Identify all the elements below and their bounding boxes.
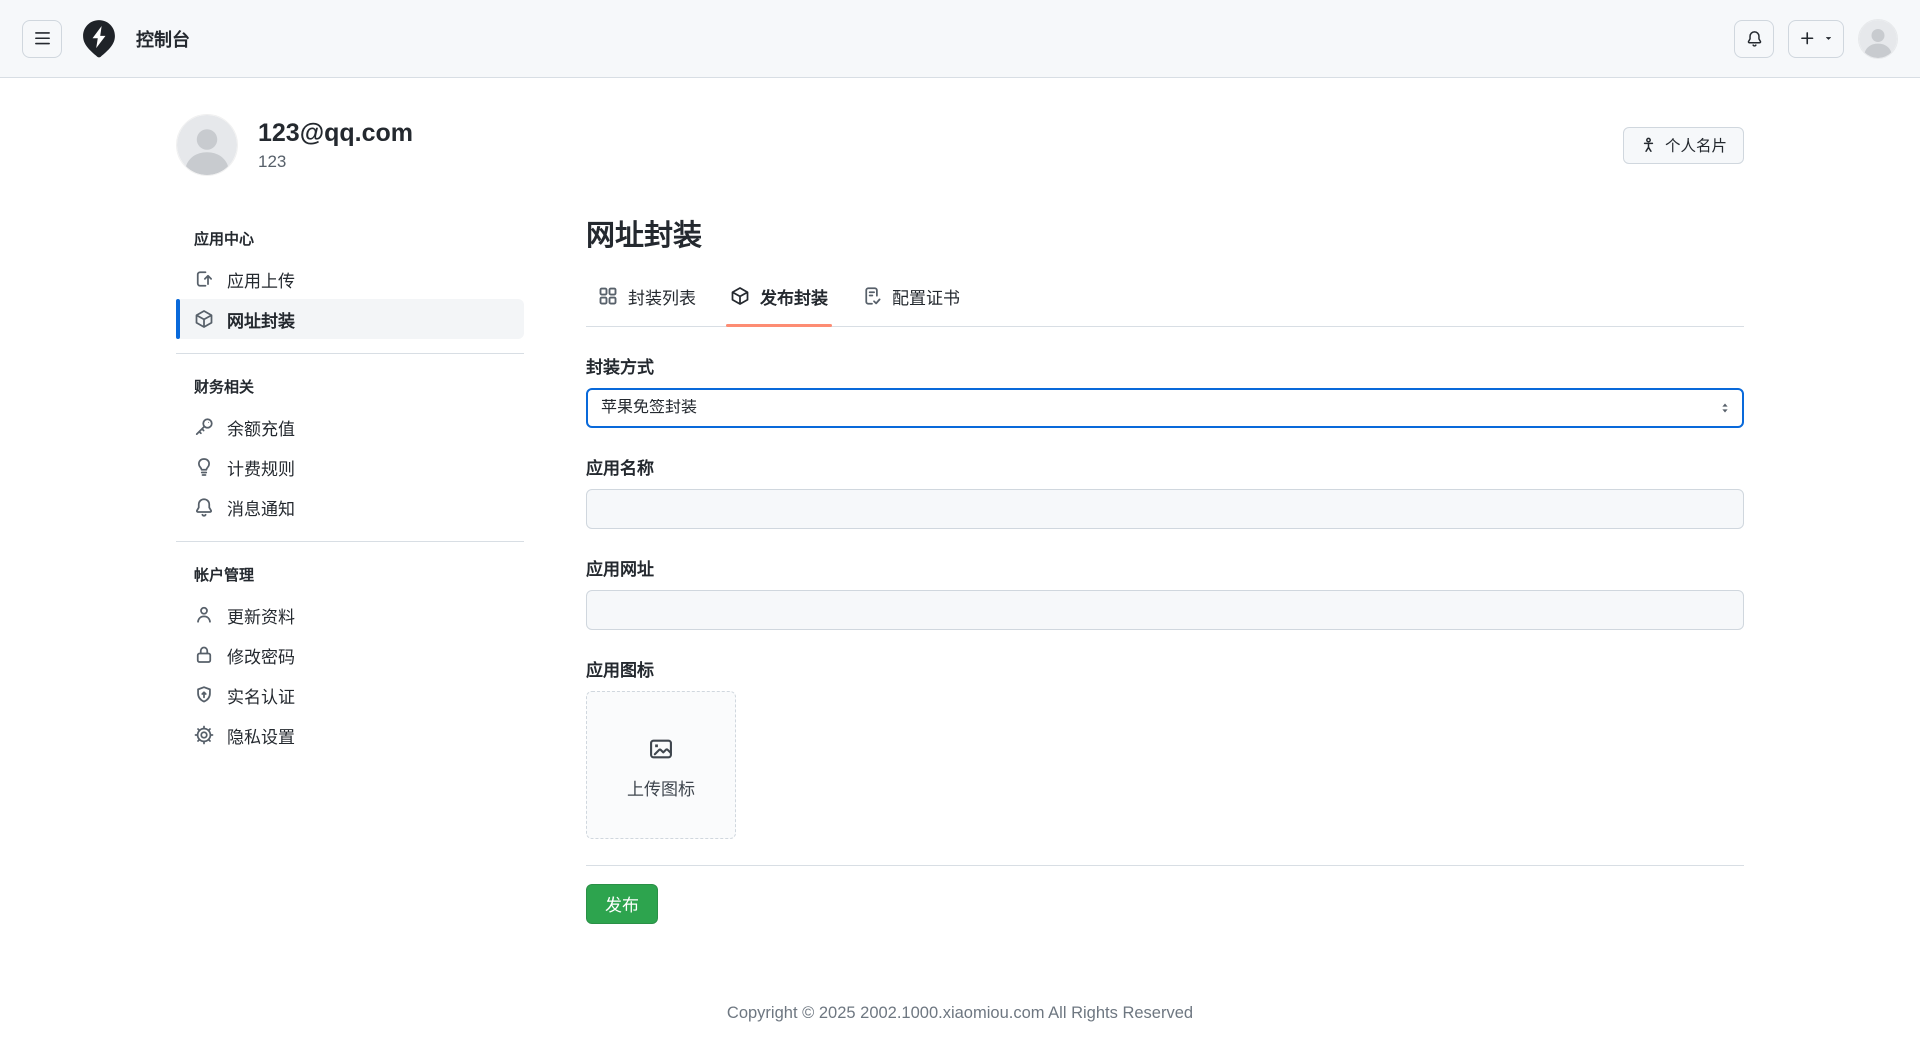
image-icon [648, 736, 674, 762]
sidebar-item-label: 余额充值 [227, 415, 295, 440]
lock-icon [194, 645, 214, 665]
app-icon-label: 应用图标 [586, 656, 1744, 681]
package-method-label: 封装方式 [586, 353, 1744, 378]
accessibility-icon [1640, 137, 1657, 154]
sidebar-item-notifications[interactable]: 消息通知 [176, 487, 524, 527]
certificate-icon [862, 286, 882, 306]
app-upload-icon [194, 269, 214, 289]
sidebar-item-balance-recharge[interactable]: 余额充值 [176, 407, 524, 447]
personal-card-button[interactable]: 个人名片 [1623, 127, 1744, 164]
lightning-pin-logo[interactable] [78, 18, 120, 60]
sidebar-section-title: 帐户管理 [176, 556, 524, 595]
tab-label: 封装列表 [628, 284, 696, 309]
personal-card-label: 个人名片 [1665, 134, 1727, 156]
tab-publish-package[interactable]: 发布封装 [718, 271, 840, 326]
sidebar-item-label: 消息通知 [227, 495, 295, 520]
key-icon [194, 417, 214, 437]
upload-icon-text: 上传图标 [627, 775, 695, 800]
sidebar-item-label: 计费规则 [227, 455, 295, 480]
package-icon [194, 309, 214, 329]
lightbulb-icon [194, 457, 214, 477]
upload-icon-dropzone[interactable]: 上传图标 [586, 691, 736, 839]
tab-label: 发布封装 [760, 284, 828, 309]
app-title: 控制台 [136, 26, 190, 52]
top-bar: 控制台 [0, 0, 1920, 78]
sidebar-item-label: 修改密码 [227, 643, 295, 668]
hamburger-icon [34, 30, 51, 47]
sidebar-item-billing-rules[interactable]: 计费规则 [176, 447, 524, 487]
tab-configure-certificate[interactable]: 配置证书 [850, 271, 972, 326]
sidebar-section-title: 财务相关 [176, 368, 524, 407]
header-avatar[interactable] [1858, 19, 1898, 59]
caret-down-icon [1823, 33, 1834, 44]
grid-icon [598, 286, 618, 306]
tab-bar: 封装列表 发布封装 [586, 271, 1744, 327]
sidebar-item-realname-auth[interactable]: 实名认证 [176, 675, 524, 715]
sidebar-item-change-password[interactable]: 修改密码 [176, 635, 524, 675]
create-new-button[interactable] [1788, 20, 1844, 58]
sidebar-item-label: 网址封装 [227, 307, 295, 332]
sidebar-item-label: 更新资料 [227, 603, 295, 628]
sidebar: 应用中心 应用上传 网址封装 [176, 218, 524, 924]
tab-label: 配置证书 [892, 284, 960, 309]
tab-package-list[interactable]: 封装列表 [586, 271, 708, 326]
app-url-label: 应用网址 [586, 555, 1744, 580]
form-divider [586, 865, 1744, 866]
sidebar-item-label: 应用上传 [227, 267, 295, 292]
app-name-input[interactable] [586, 489, 1744, 529]
app-name-label: 应用名称 [586, 454, 1744, 479]
sidebar-item-label: 隐私设置 [227, 723, 295, 748]
shield-check-icon [194, 685, 214, 705]
sidebar-item-label: 实名认证 [227, 683, 295, 708]
plus-icon [1799, 30, 1816, 47]
sidebar-divider [176, 353, 524, 354]
profile-email: 123@qq.com [258, 118, 413, 149]
gear-icon [194, 725, 214, 745]
profile-header: 123@qq.com 123 个人名片 [176, 114, 1744, 176]
app-url-input[interactable] [586, 590, 1744, 630]
bell-icon [1746, 30, 1763, 47]
profile-username: 123 [258, 152, 413, 172]
main-content: 网址封装 封装列表 [586, 218, 1744, 924]
package-icon [730, 286, 750, 306]
sidebar-item-privacy-settings[interactable]: 隐私设置 [176, 715, 524, 755]
notifications-button[interactable] [1734, 20, 1774, 58]
sidebar-item-update-profile[interactable]: 更新资料 [176, 595, 524, 635]
person-icon [194, 605, 214, 625]
sidebar-divider [176, 541, 524, 542]
sidebar-section-title: 应用中心 [176, 220, 524, 259]
page-title: 网址封装 [586, 218, 1744, 256]
sidebar-item-app-upload[interactable]: 应用上传 [176, 259, 524, 299]
publish-button[interactable]: 发布 [586, 884, 658, 924]
footer-copyright: Copyright © 2025 2002.1000.xiaomiou.com … [0, 1004, 1920, 1023]
sidebar-item-url-package[interactable]: 网址封装 [176, 299, 524, 339]
profile-avatar [176, 114, 238, 176]
menu-button[interactable] [22, 20, 62, 58]
package-method-select[interactable]: 苹果免签封装 [586, 388, 1744, 428]
bell-icon [194, 497, 214, 517]
